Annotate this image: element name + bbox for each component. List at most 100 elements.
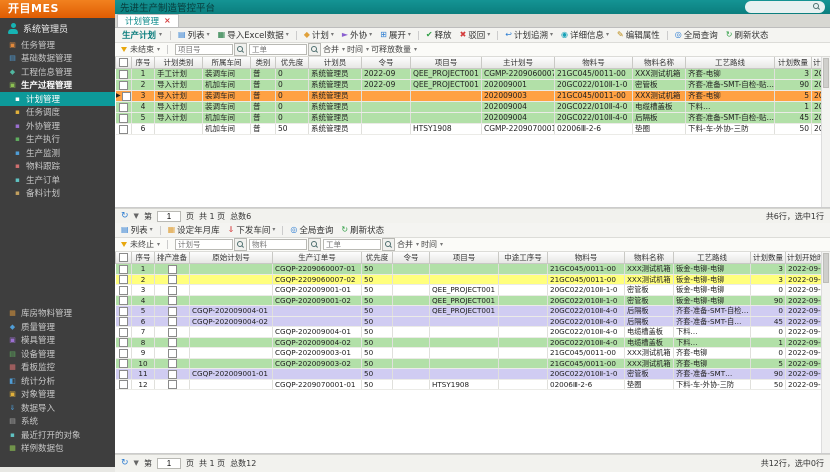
sidebar-item-equipment-mgmt[interactable]: ▤设备管理 (0, 347, 115, 361)
table-row[interactable]: 10CGQP-202009003-025021GC045/0011-00XXX测… (116, 358, 822, 369)
schedule-prep-checkbox[interactable] (168, 286, 177, 295)
time-filter[interactable]: 时间▾ (347, 44, 369, 55)
row-checkbox[interactable] (119, 349, 128, 358)
schedule-prep-checkbox[interactable] (168, 317, 177, 326)
plan-trace-button[interactable]: ↩计划追溯▾ (502, 28, 556, 42)
global-search-box[interactable] (745, 1, 825, 13)
column-header[interactable]: 类别 (251, 57, 276, 69)
column-header[interactable]: 工艺路线 (674, 252, 751, 264)
outsource-button[interactable]: ►外协▾ (339, 28, 375, 42)
sidebar-item-kanban-monitor[interactable]: ▦看板监控 (0, 361, 115, 375)
sidebar-item-warehouse-material-mgmt[interactable]: ▦库房物料管理 (0, 307, 115, 321)
vertical-scrollbar[interactable] (821, 57, 830, 207)
table-row[interactable]: ▶3导入计划装调车间普0系统管理员20200900321GC045/0011-0… (116, 91, 822, 102)
table-row[interactable]: 4导入计划装调车间普0系统管理员20200900420GC022/010Ⅱ-4-… (116, 102, 822, 113)
status-filter[interactable]: 未结束 ▾ (121, 44, 160, 55)
row-checkbox[interactable] (119, 70, 128, 79)
schedule-prep-checkbox[interactable] (168, 328, 177, 337)
refresh-status-button[interactable]: ↻刷新状态 (338, 223, 387, 237)
page-number-input[interactable] (157, 211, 181, 222)
current-user[interactable]: 系统管理员 (0, 18, 115, 38)
scrollbar-thumb[interactable] (823, 253, 829, 283)
row-checkbox[interactable] (119, 265, 128, 274)
table-row[interactable]: 5CGQP-202009004-0150QEE_PROJECT00120GC02… (116, 306, 822, 317)
search-icon[interactable] (308, 238, 321, 251)
table-row[interactable]: 1CGQP-2209060007-015021GC045/0011-00XXX测… (116, 264, 822, 275)
refresh-status-button[interactable]: ↻刷新状态 (723, 28, 772, 42)
column-header[interactable]: 原始计划号 (190, 252, 273, 264)
sidebar-item-statistics-analysis[interactable]: ◧统计分析 (0, 374, 115, 388)
list-button[interactable]: ▤列表▾ (175, 28, 213, 42)
column-header[interactable]: 计划开始时间 (812, 57, 822, 69)
column-header[interactable]: 所属车间 (203, 57, 251, 69)
schedule-prep-checkbox[interactable] (168, 359, 177, 368)
column-header[interactable]: 计划开始时间 (786, 252, 822, 264)
schedule-prep-checkbox[interactable] (168, 370, 177, 379)
sidebar-item-production-execution[interactable]: ▪生产执行 (0, 133, 115, 147)
schedule-prep-checkbox[interactable] (168, 380, 177, 389)
column-header[interactable]: 序号 (132, 57, 155, 69)
work-order-input[interactable] (323, 239, 381, 250)
select-all-checkbox[interactable] (119, 58, 128, 67)
schedule-prep-checkbox[interactable] (168, 349, 177, 358)
sidebar-item-material-prep-plan[interactable]: ▪备料计划 (0, 187, 115, 201)
schedule-prep-checkbox[interactable] (168, 265, 177, 274)
column-header[interactable]: 项目号 (430, 252, 499, 264)
sidebar-item-task-mgmt[interactable]: ▣任务管理 (0, 38, 115, 52)
table-row[interactable]: 3CGQP-202009001-0150QEE_PROJECT00120GC02… (116, 285, 822, 296)
vertical-scrollbar[interactable] (821, 252, 830, 453)
column-header[interactable]: 令号 (362, 57, 411, 69)
list-button[interactable]: ▤列表▾ (118, 223, 156, 237)
column-header[interactable]: 主计划号 (482, 57, 555, 69)
row-checkbox[interactable] (119, 380, 128, 389)
row-checkbox[interactable] (119, 328, 128, 337)
schedule-prep-checkbox[interactable] (168, 338, 177, 347)
sidebar-item-quality-mgmt[interactable]: ◆质量管理 (0, 320, 115, 334)
header-search-input[interactable] (749, 2, 810, 13)
schedule-prep-checkbox[interactable] (168, 296, 177, 305)
expand-button[interactable]: ⊞展开▾ (377, 28, 414, 42)
select-all-checkbox[interactable] (119, 253, 128, 262)
sidebar-item-material-tracking[interactable]: ▪物料跟踪 (0, 160, 115, 174)
search-icon[interactable] (308, 43, 321, 56)
column-header[interactable]: 项目号 (411, 57, 482, 69)
row-checkbox[interactable] (119, 114, 128, 123)
table-row[interactable]: 11CGQP-202009001-015020GC022/010Ⅱ-1-0密管板… (116, 369, 822, 380)
search-icon[interactable] (382, 238, 395, 251)
column-header[interactable]: 工艺路线 (686, 57, 775, 69)
table-row[interactable]: 6机加车间普50系统管理员HTSY1908CGMP-22090700010200… (116, 124, 822, 135)
column-header[interactable]: 物料名称 (633, 57, 686, 69)
search-icon[interactable] (234, 43, 247, 56)
search-icon[interactable] (234, 238, 247, 251)
row-checkbox[interactable] (119, 296, 128, 305)
reject-button[interactable]: ✖驳回▾ (457, 28, 494, 42)
column-header[interactable]: 序号 (132, 252, 155, 264)
sidebar-item-system[interactable]: ▤系统 (0, 415, 115, 429)
row-checkbox[interactable] (119, 125, 128, 134)
sidebar-item-sample-data-pack[interactable]: ▦样例数据包 (0, 442, 115, 456)
table-row[interactable]: 12CGQP-2209070001-0150HTSY190802006Ⅲ-2-6… (116, 379, 822, 390)
sidebar-item-task-dispatch[interactable]: ▪任务调度 (0, 106, 115, 120)
dispatch-workshop-button[interactable]: ⇓下发车间▾ (225, 223, 279, 237)
sidebar-item-data-import[interactable]: ⇓数据导入 (0, 401, 115, 415)
import-excel-button[interactable]: ▦导入Excel数据▾ (215, 28, 292, 42)
tab-plan-management[interactable]: 计划管理 × (117, 14, 179, 27)
merge-filter[interactable]: 合并▾ (323, 44, 345, 55)
row-checkbox[interactable] (119, 81, 128, 90)
table-row[interactable]: 4CGQP-202009001-0250QEE_PROJECT00120GC02… (116, 295, 822, 306)
sidebar-item-production-process-mgmt[interactable]: ▣生产过程管理 (0, 79, 115, 93)
status-filter[interactable]: 未终止 ▾ (121, 239, 160, 250)
row-checkbox[interactable] (119, 275, 128, 284)
row-checkbox[interactable] (119, 286, 128, 295)
column-header[interactable]: 物料名称 (625, 252, 674, 264)
detail-info-button[interactable]: ◉详细信息▾ (558, 28, 612, 42)
column-header[interactable]: 中途工序号 (499, 252, 548, 264)
table-row[interactable]: 8CGQP-202009004-025020GC022/010Ⅱ-4-0电缆槽盖… (116, 337, 822, 348)
table-row[interactable]: 1手工计划装调车间普0系统管理员2022-09QEE_PROJECT001CGM… (116, 69, 822, 80)
global-search-button[interactable]: ◎全局查询 (287, 223, 336, 237)
sidebar-item-mold-mgmt[interactable]: ▣模具管理 (0, 334, 115, 348)
refresh-icon[interactable]: ↻ (121, 212, 129, 221)
column-header[interactable]: 计划员 (309, 57, 362, 69)
row-checkbox[interactable] (119, 317, 128, 326)
table-row[interactable]: 9CGQP-202009003-015021GC045/0011-00XXX测试… (116, 348, 822, 359)
